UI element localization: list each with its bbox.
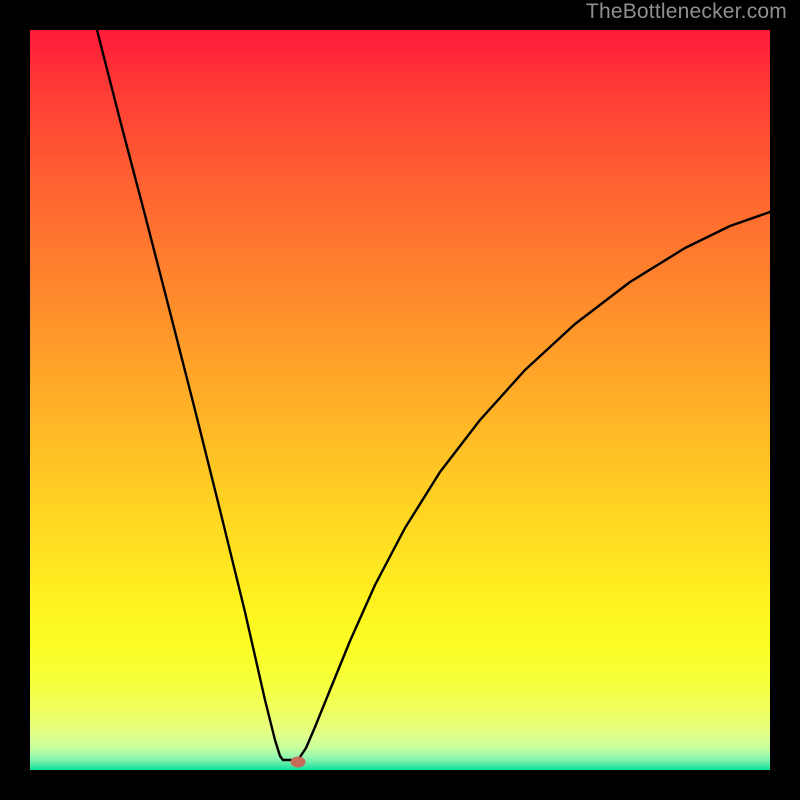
optimal-point-marker: [291, 757, 306, 768]
watermark-text: TheBottlenecker.com: [586, 0, 787, 24]
chart-frame: TheBottlenecker.com: [0, 0, 800, 800]
bottleneck-curve: [97, 30, 770, 760]
plot-area: [30, 30, 770, 770]
curve-layer: [30, 30, 770, 770]
